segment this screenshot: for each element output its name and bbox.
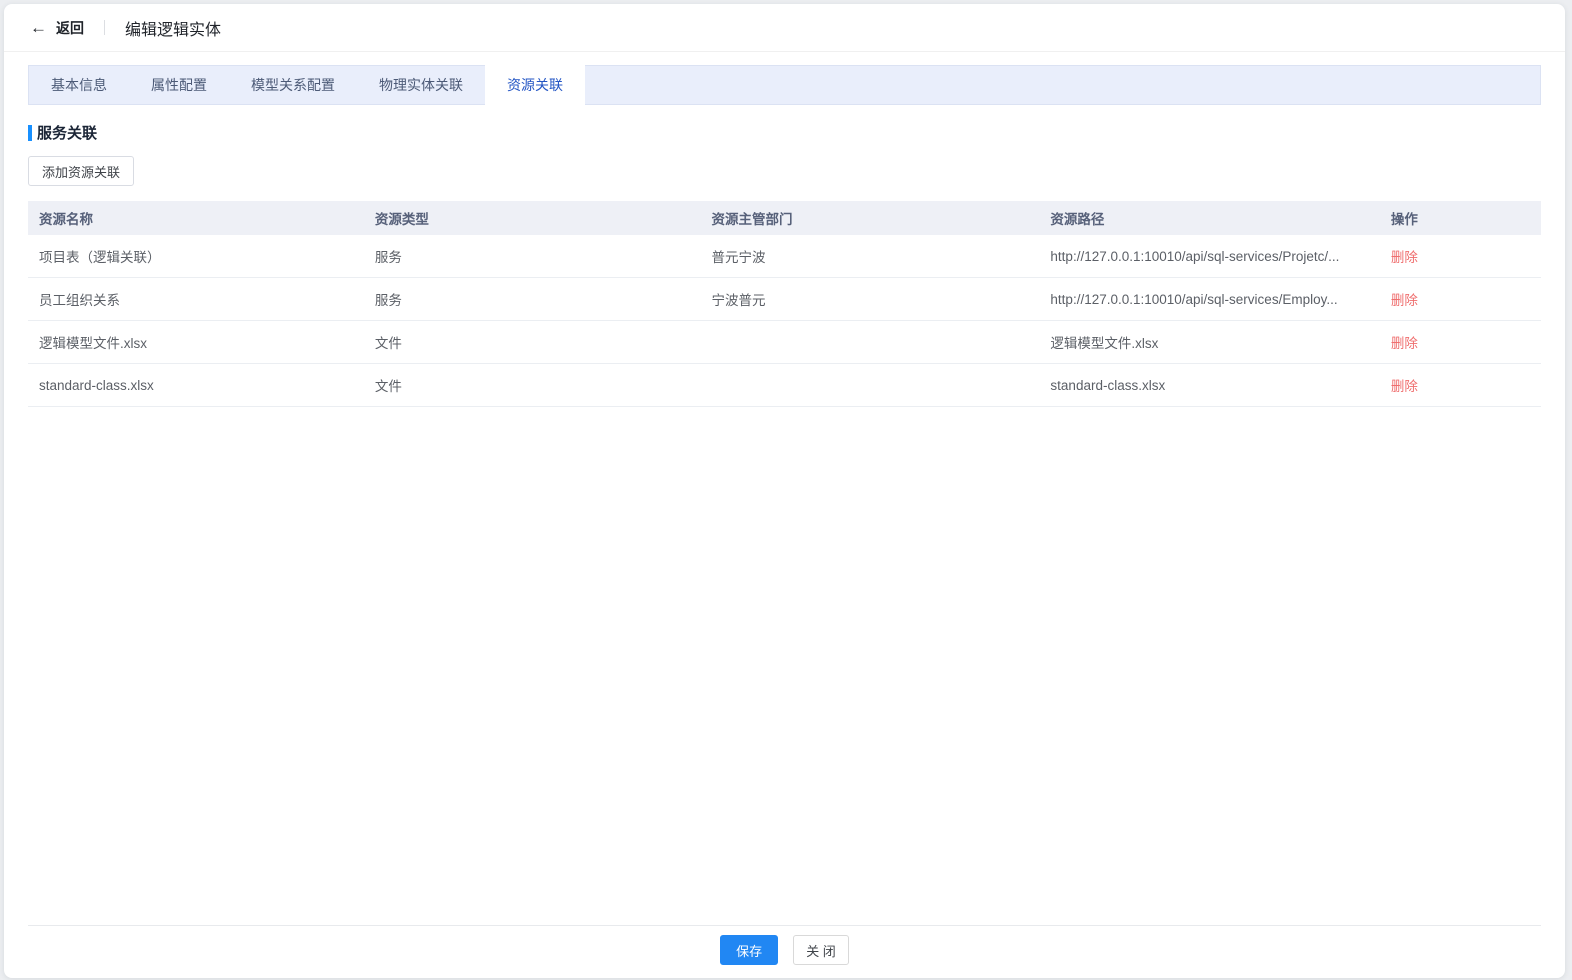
column-header-actions: 操作 <box>1390 212 1418 227</box>
resource-type-cell: 服务 <box>374 293 402 308</box>
tabs-bar: 基本信息 属性配置 模型关系配置 物理实体关联 资源关联 <box>28 65 1541 105</box>
tab-resource-relation[interactable]: 资源关联 <box>485 65 585 105</box>
section-header: 服务关联 <box>28 122 1541 143</box>
page-header: ← 返回 编辑逻辑实体 <box>4 4 1565 52</box>
resource-type-cell: 服务 <box>374 250 402 265</box>
tab-basic-info[interactable]: 基本信息 <box>29 66 129 104</box>
table-row: 项目表（逻辑关联） 服务 普元宁波 http://127.0.0.1:10010… <box>28 235 1541 278</box>
column-header-resource-path: 资源路径 <box>1050 212 1105 227</box>
resource-type-cell: 文件 <box>374 379 402 394</box>
back-label: 返回 <box>56 19 84 36</box>
back-button[interactable]: ← 返回 <box>30 18 84 38</box>
resource-department-cell: 普元宁波 <box>711 250 766 265</box>
close-button[interactable]: 关 闭 <box>793 935 849 965</box>
resource-path-cell: http://127.0.0.1:10010/api/sql-services/… <box>1050 291 1338 307</box>
save-button[interactable]: 保存 <box>720 935 779 965</box>
resource-type-cell: 文件 <box>374 336 402 351</box>
column-header-resource-name: 资源名称 <box>39 212 93 227</box>
footer-bar: 保存 关 闭 <box>28 925 1541 978</box>
table-row: 员工组织关系 服务 宁波普元 http://127.0.0.1:10010/ap… <box>28 278 1541 321</box>
tab-model-relation-config[interactable]: 模型关系配置 <box>229 66 357 104</box>
section-title: 服务关联 <box>37 125 98 142</box>
resource-path-cell: http://127.0.0.1:10010/api/sql-services/… <box>1050 248 1340 264</box>
table-header-row: 资源名称 资源类型 资源主管部门 资源路径 操作 <box>28 201 1541 235</box>
tab-physical-entity-relation[interactable]: 物理实体关联 <box>357 66 485 104</box>
resource-name-cell: standard-class.xlsx <box>39 377 154 393</box>
table-row: 逻辑模型文件.xlsx 文件 逻辑模型文件.xlsx 删除 <box>28 321 1541 364</box>
delete-link[interactable]: 删除 <box>1391 336 1418 351</box>
delete-link[interactable]: 删除 <box>1391 293 1418 308</box>
back-arrow-icon: ← <box>30 18 47 37</box>
resource-name-cell: 员工组织关系 <box>39 293 120 308</box>
delete-link[interactable]: 删除 <box>1391 379 1418 394</box>
resource-relation-table: 资源名称 资源类型 资源主管部门 资源路径 操作 项目表（逻辑关联） 服务 普元… <box>28 201 1541 407</box>
resource-name-cell: 项目表（逻辑关联） <box>39 250 161 265</box>
header-divider <box>104 20 105 35</box>
tab-attribute-config[interactable]: 属性配置 <box>129 66 229 104</box>
table-row: standard-class.xlsx 文件 standard-class.xl… <box>28 364 1541 407</box>
resource-name-cell: 逻辑模型文件.xlsx <box>39 336 147 351</box>
add-resource-relation-button[interactable]: 添加资源关联 <box>28 156 135 186</box>
delete-link[interactable]: 删除 <box>1391 250 1418 265</box>
resource-path-cell: standard-class.xlsx <box>1050 377 1166 393</box>
edit-logical-entity-panel: ← 返回 编辑逻辑实体 基本信息 属性配置 模型关系配置 物理实体关联 资源关联… <box>4 4 1565 978</box>
column-header-resource-department: 资源主管部门 <box>711 212 793 227</box>
resource-path-cell: 逻辑模型文件.xlsx <box>1050 336 1159 351</box>
page-title: 编辑逻辑实体 <box>125 21 222 39</box>
column-header-resource-type: 资源类型 <box>374 212 429 227</box>
section-accent-bar <box>28 124 32 141</box>
resource-department-cell: 宁波普元 <box>711 293 766 308</box>
